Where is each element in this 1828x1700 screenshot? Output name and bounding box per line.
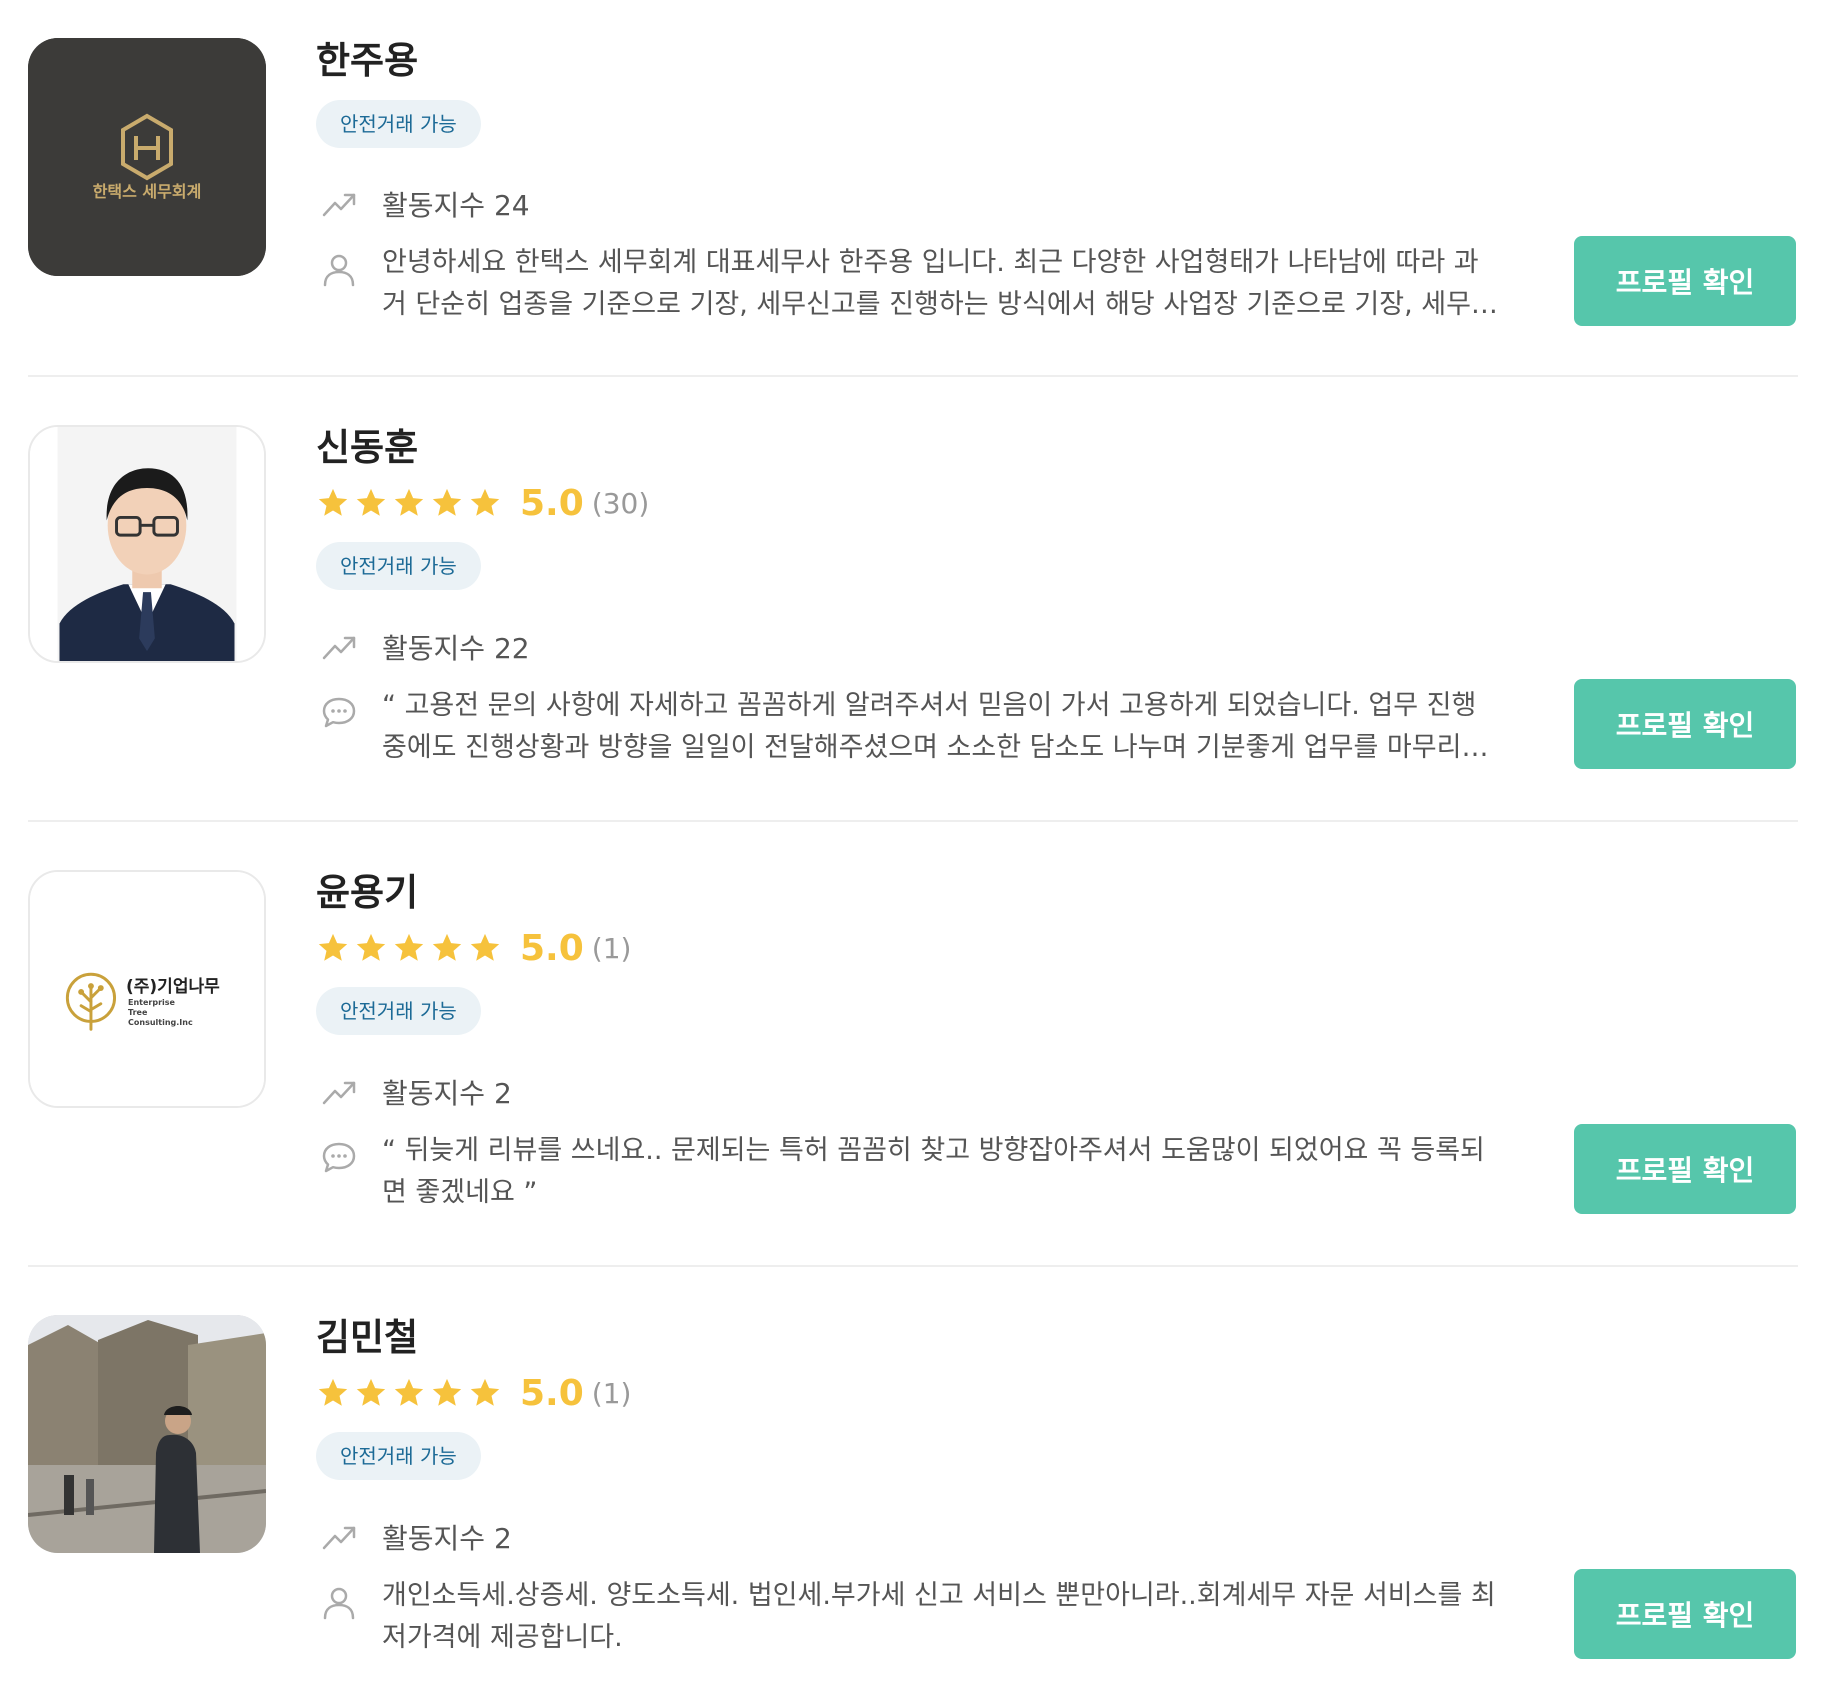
expert-card[interactable]: 김민철 5.0 (1) 안전거래 가능 활동지수 2 개인소득세.상증세. 양도… — [28, 1315, 1798, 1659]
profile-view-button[interactable]: 프로필 확인 — [1574, 679, 1796, 769]
star-icon — [318, 1378, 348, 1406]
profile-view-button[interactable]: 프로필 확인 — [1574, 1569, 1796, 1659]
expert-name[interactable]: 신동훈 — [316, 425, 418, 471]
star-icon — [470, 488, 500, 516]
expert-name[interactable]: 한주용 — [316, 38, 418, 84]
trending-up-icon — [322, 1081, 356, 1105]
expert-card[interactable]: (주)기업나무 Enterprise Tree Consulting.Inc 윤… — [28, 870, 1798, 1214]
avatar[interactable] — [28, 1315, 266, 1553]
rating-score: 5.0 — [520, 1372, 584, 1414]
company-logo-sub-1: Enterprise — [128, 998, 175, 1007]
expert-description: 안녕하세요 한택스 세무회계 대표세무사 한주용 입니다. 최근 다양한 사업형… — [320, 242, 1502, 326]
star-icon — [394, 933, 424, 961]
description-text: 개인소득세.상증세. 양도소득세. 법인세.부가세 신고 서비스 뿐만아니라..… — [382, 1580, 1496, 1653]
star-icon — [432, 933, 462, 961]
safe-trade-badge: 안전거래 가능 — [316, 100, 481, 148]
expert-name[interactable]: 윤용기 — [316, 870, 418, 916]
hantax-logo — [28, 38, 266, 276]
star-icon — [356, 933, 386, 961]
activity-stat: 활동지수 24 — [320, 184, 530, 224]
star-icon — [432, 488, 462, 516]
profile-photo — [28, 1315, 266, 1553]
activity-stat: 활동지수 22 — [320, 627, 530, 667]
company-logo-sub-2: Tree — [128, 1008, 148, 1017]
activity-stat: 활동지수 2 — [320, 1517, 512, 1557]
rating-stars — [316, 1376, 502, 1410]
description-text: “ 고용전 문의 사항에 자세하고 꼼꼼하게 알려주셔서 믿음이 가서 고용하게… — [382, 690, 1487, 763]
rating: 5.0 (30) — [316, 481, 649, 525]
trending-up-icon — [322, 193, 356, 217]
trending-up-icon — [322, 1526, 356, 1550]
activity-text: 활동지수 2 — [382, 1077, 512, 1110]
rating-score: 5.0 — [520, 482, 584, 524]
rating: 5.0 (1) — [316, 926, 631, 970]
star-icon — [394, 488, 424, 516]
activity-text: 활동지수 2 — [382, 1522, 512, 1555]
expert-description: “ 뒤늦게 리뷰를 쓰네요.. 문제되는 특허 꼼꼼히 찾고 방향잡아주셔서 도… — [320, 1130, 1502, 1214]
expert-description: “ 고용전 문의 사항에 자세하고 꼼꼼하게 알려주셔서 믿음이 가서 고용하게… — [320, 685, 1502, 769]
activity-stat: 활동지수 2 — [320, 1072, 512, 1112]
avatar-logo-text: 한택스 세무회계 — [92, 182, 202, 201]
expert-name[interactable]: 김민철 — [316, 1315, 418, 1361]
user-icon — [323, 254, 355, 287]
company-logo-name: (주)기업나무 — [126, 977, 220, 997]
star-icon — [318, 488, 348, 516]
expert-description: 개인소득세.상증세. 양도소득세. 법인세.부가세 신고 서비스 뿐만아니라..… — [320, 1575, 1502, 1659]
chat-bubble-icon — [322, 1142, 356, 1173]
safe-trade-badge: 안전거래 가능 — [316, 987, 481, 1035]
rating: 5.0 (1) — [316, 1371, 631, 1415]
review-count: (1) — [591, 931, 632, 965]
star-icon — [470, 1378, 500, 1406]
review-count: (30) — [591, 486, 650, 520]
activity-text: 활동지수 24 — [382, 189, 530, 222]
star-icon — [356, 488, 386, 516]
avatar[interactable]: (주)기업나무 Enterprise Tree Consulting.Inc — [28, 870, 266, 1108]
review-count: (1) — [591, 1376, 632, 1410]
star-icon — [432, 1378, 462, 1406]
chat-bubble-icon — [322, 697, 356, 728]
expert-card[interactable]: 한택스 세무회계 한주용 안전거래 가능 활동지수 24 안녕하세요 한택스 세… — [28, 38, 1798, 338]
star-icon — [394, 1378, 424, 1406]
star-icon — [470, 933, 500, 961]
rating-score: 5.0 — [520, 927, 584, 969]
description-text: 안녕하세요 한택스 세무회계 대표세무사 한주용 입니다. 최근 다양한 사업형… — [382, 247, 1496, 320]
expert-card[interactable]: 신동훈 5.0 (30) 안전거래 가능 활동지수 22 “ 고용전 문의 사항… — [28, 425, 1798, 769]
rating-stars — [316, 931, 502, 965]
divider — [28, 375, 1798, 377]
safe-trade-badge: 안전거래 가능 — [316, 1432, 481, 1480]
divider — [28, 1265, 1798, 1267]
activity-text: 활동지수 22 — [382, 632, 530, 665]
user-icon — [323, 1587, 355, 1620]
avatar[interactable]: 한택스 세무회계 — [28, 38, 266, 276]
star-icon — [356, 1378, 386, 1406]
company-logo-sub-3: Consulting.Inc — [128, 1018, 193, 1027]
divider — [28, 820, 1798, 822]
description-text: “ 뒤늦게 리뷰를 쓰네요.. 문제되는 특허 꼼꼼히 찾고 방향잡아주셔서 도… — [382, 1135, 1485, 1208]
profile-photo — [30, 427, 264, 661]
avatar[interactable] — [28, 425, 266, 663]
profile-view-button[interactable]: 프로필 확인 — [1574, 1124, 1796, 1214]
trending-up-icon — [322, 636, 356, 660]
safe-trade-badge: 안전거래 가능 — [316, 542, 481, 590]
profile-view-button[interactable]: 프로필 확인 — [1574, 236, 1796, 326]
rating-stars — [316, 486, 502, 520]
star-icon — [318, 933, 348, 961]
